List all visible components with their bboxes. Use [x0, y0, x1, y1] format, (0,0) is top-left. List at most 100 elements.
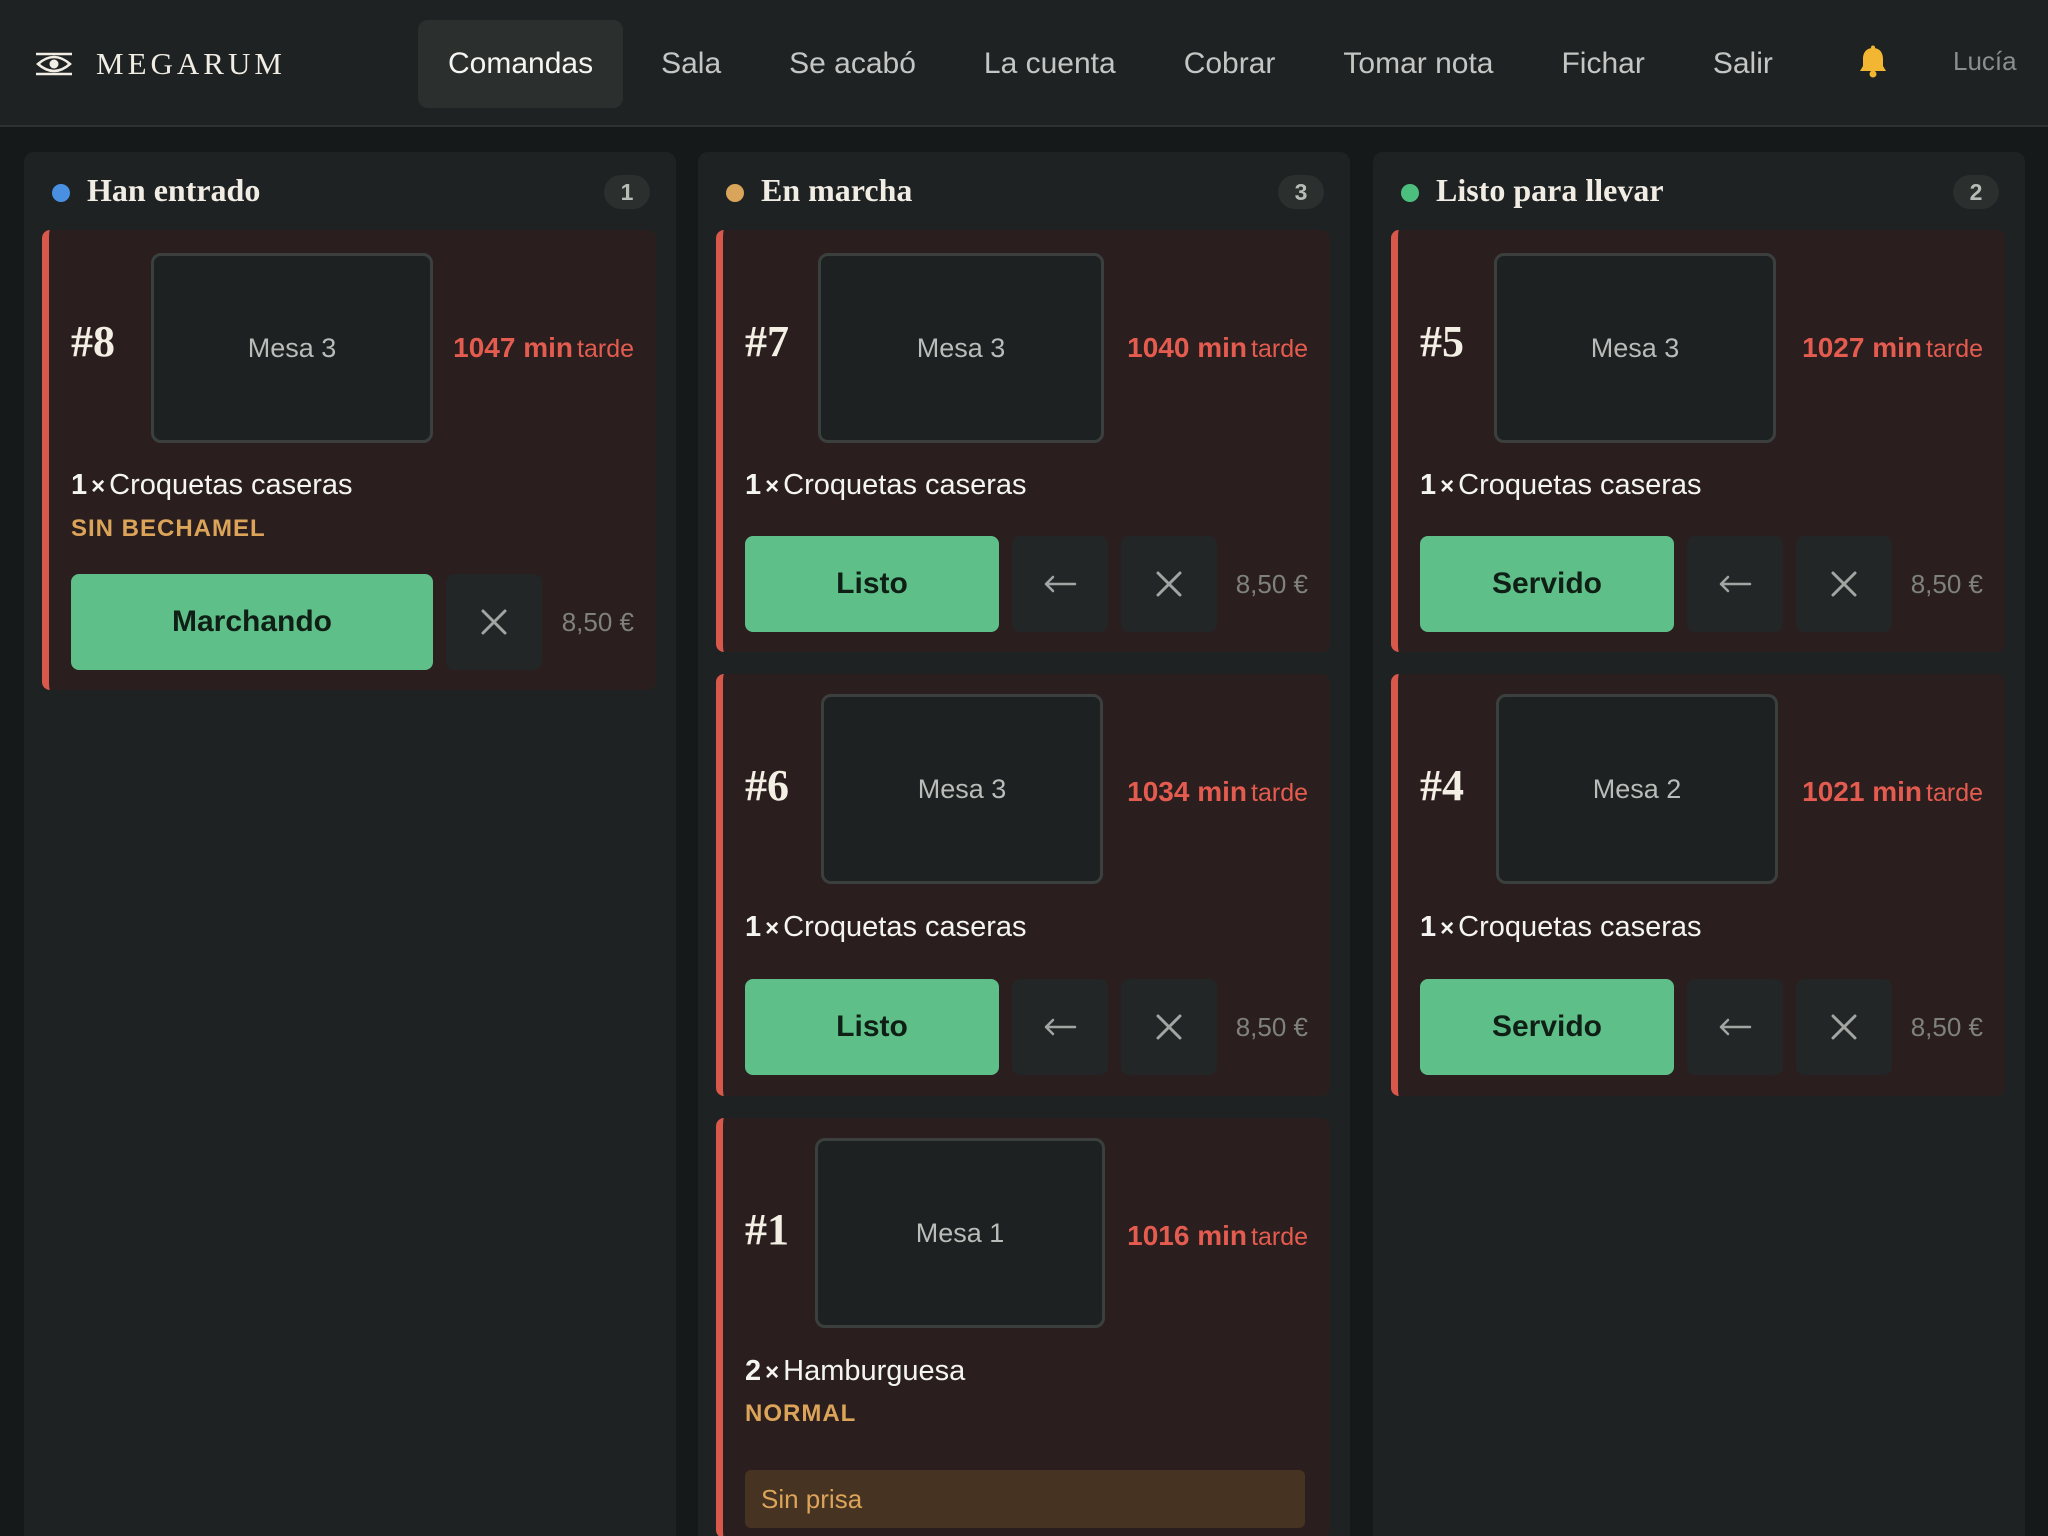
- order-card-5[interactable]: #5 Mesa 3 1027 min tarde 1 × Croquetas case…: [1391, 230, 2005, 652]
- late-indicator: 1034 min tarde: [1127, 776, 1308, 808]
- bell-icon[interactable]: [1855, 44, 1891, 80]
- cancel-order-button[interactable]: [1796, 979, 1892, 1075]
- item-name: Hamburguesa: [783, 1355, 966, 1387]
- item-name: Croquetas caseras: [1458, 911, 1702, 943]
- nav-tab-comandas[interactable]: Comandas: [418, 20, 624, 108]
- item-name: Croquetas caseras: [1458, 469, 1702, 501]
- late-minutes: 1021 min: [1802, 776, 1923, 807]
- late-word: tarde: [1251, 335, 1308, 363]
- nav-tab-cobrar[interactable]: Cobrar: [1154, 20, 1306, 108]
- nav-tab-tomar-nota[interactable]: Tomar nota: [1313, 20, 1523, 108]
- move-back-button[interactable]: [1687, 536, 1783, 632]
- order-card-7[interactable]: #7 Mesa 3 1040 min tarde 1 × Croquetas case…: [716, 230, 1330, 652]
- times-sign: ×: [1440, 915, 1455, 942]
- order-price: 8,50 €: [1235, 569, 1308, 599]
- late-word: tarde: [1251, 1223, 1308, 1251]
- late-word: tarde: [577, 335, 634, 363]
- column-en-marcha: En marcha 3 #7 Mesa 3 1040 min tarde 1 × Cr…: [698, 152, 1350, 1536]
- listo-button[interactable]: Listo: [745, 536, 999, 632]
- servido-button[interactable]: Servido: [1420, 536, 1674, 632]
- late-minutes: 1047 min: [453, 332, 574, 363]
- late-indicator: 1021 min tarde: [1802, 776, 1983, 808]
- order-number: #1: [745, 1205, 789, 1254]
- cancel-order-button[interactable]: [1121, 536, 1217, 632]
- table-label[interactable]: Mesa 3: [1494, 253, 1776, 443]
- item-quantity: 1: [745, 469, 762, 501]
- order-note: Sin prisa: [745, 1470, 1305, 1528]
- item-name: Croquetas caseras: [783, 469, 1027, 501]
- item-name: Croquetas caseras: [109, 469, 353, 501]
- times-sign: ×: [765, 915, 780, 942]
- move-back-button[interactable]: [1012, 536, 1108, 632]
- column-han-entrado: Han entrado 1 #8 Mesa 3 1047 min tarde 1 ×…: [24, 152, 676, 1536]
- column-header: Han entrado 1: [24, 152, 676, 230]
- late-word: tarde: [1251, 779, 1308, 807]
- column-count-badge: 3: [1278, 175, 1324, 209]
- table-label[interactable]: Mesa 3: [821, 694, 1103, 884]
- column-title: En marcha: [761, 172, 913, 208]
- table-label[interactable]: Mesa 3: [151, 253, 433, 443]
- order-card-6[interactable]: #6 Mesa 3 1034 min tarde 1 × Croquetas case…: [716, 674, 1330, 1096]
- late-indicator: 1047 min tarde: [453, 332, 634, 364]
- item-quantity: 1: [71, 469, 88, 501]
- move-back-button[interactable]: [1687, 979, 1783, 1075]
- item-quantity: 1: [745, 911, 762, 943]
- order-price: 8,50 €: [1235, 1012, 1308, 1042]
- close-icon: [1831, 1014, 1857, 1040]
- column-count-badge: 2: [1953, 175, 1999, 209]
- arrow-left-icon: [1044, 1018, 1077, 1036]
- marchando-button[interactable]: Marchando: [71, 574, 433, 670]
- order-item: 2 × Hamburguesa: [745, 1355, 965, 1388]
- cancel-order-button[interactable]: [446, 574, 542, 670]
- cancel-order-button[interactable]: [1796, 536, 1892, 632]
- nav-tab-salir[interactable]: Salir: [1683, 20, 1803, 108]
- close-icon: [1156, 571, 1182, 597]
- close-icon: [481, 609, 507, 635]
- table-label[interactable]: Mesa 2: [1496, 694, 1778, 884]
- status-dot: [52, 184, 70, 202]
- order-number: #6: [745, 761, 789, 810]
- brand[interactable]: MEGARUM: [34, 46, 286, 82]
- arrow-left-icon: [1044, 575, 1077, 593]
- brand-name: MEGARUM: [96, 46, 286, 81]
- order-item: 1 × Croquetas caseras: [1420, 469, 1702, 502]
- servido-button[interactable]: Servido: [1420, 979, 1674, 1075]
- item-quantity: 1: [1420, 469, 1437, 501]
- nav-tab-la-cuenta[interactable]: La cuenta: [954, 20, 1146, 108]
- table-label[interactable]: Mesa 1: [815, 1138, 1105, 1328]
- order-item: 1 × Croquetas caseras: [745, 469, 1027, 502]
- nav-tab-fichar[interactable]: Fichar: [1531, 20, 1674, 108]
- order-number: #7: [745, 317, 789, 366]
- column-count-badge: 1: [604, 175, 650, 209]
- listo-button[interactable]: Listo: [745, 979, 999, 1075]
- column-listo-para-llevar: Listo para llevar 2 #5 Mesa 3 1027 min ta…: [1373, 152, 2025, 1536]
- user-name[interactable]: Lucía: [1953, 46, 2017, 77]
- item-modifier: NORMAL: [745, 1400, 857, 1427]
- arrow-left-icon: [1719, 1018, 1752, 1036]
- order-card-4[interactable]: #4 Mesa 2 1021 min tarde 1 × Croquetas case…: [1391, 674, 2005, 1096]
- order-price: 8,50 €: [561, 607, 634, 637]
- main-nav: Comandas Sala Se acabó La cuenta Cobrar …: [418, 20, 1811, 108]
- item-name: Croquetas caseras: [783, 911, 1027, 943]
- status-dot: [1401, 184, 1419, 202]
- order-card-1[interactable]: #1 Mesa 1 1016 min tarde 2 × Hamburguesa NO…: [716, 1118, 1330, 1536]
- times-sign: ×: [765, 473, 780, 500]
- late-minutes: 1034 min: [1127, 776, 1248, 807]
- order-card-8[interactable]: #8 Mesa 3 1047 min tarde 1 × Croquetas case…: [42, 230, 656, 690]
- late-indicator: 1040 min tarde: [1127, 332, 1308, 364]
- eye-logo-icon: [36, 52, 72, 76]
- nav-tab-sala[interactable]: Sala: [631, 20, 751, 108]
- column-title: Listo para llevar: [1436, 172, 1664, 208]
- column-title: Han entrado: [87, 172, 261, 208]
- close-icon: [1831, 571, 1857, 597]
- item-modifier: SIN BECHAMEL: [71, 515, 266, 542]
- table-label[interactable]: Mesa 3: [818, 253, 1104, 443]
- column-header: Listo para llevar 2: [1373, 152, 2025, 230]
- item-quantity: 2: [745, 1355, 762, 1387]
- move-back-button[interactable]: [1012, 979, 1108, 1075]
- late-minutes: 1040 min: [1127, 332, 1248, 363]
- cancel-order-button[interactable]: [1121, 979, 1217, 1075]
- nav-tab-se-acabo[interactable]: Se acabó: [759, 20, 946, 108]
- order-number: #5: [1420, 317, 1464, 366]
- close-icon: [1156, 1014, 1182, 1040]
